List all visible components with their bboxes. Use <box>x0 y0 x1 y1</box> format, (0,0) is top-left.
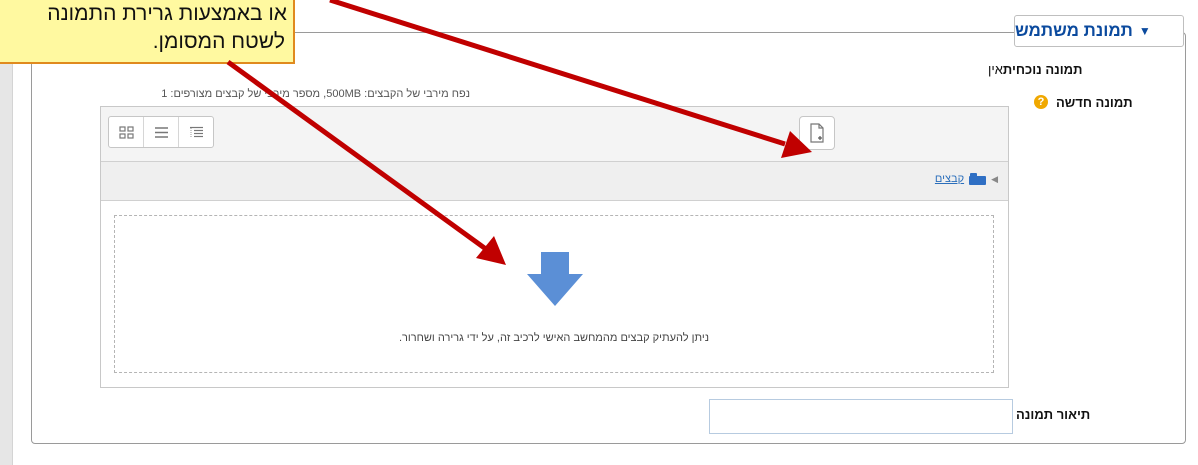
breadcrumb-arrow-icon: ◀ <box>991 173 998 184</box>
new-picture-label: תמונה חדשה <box>1056 95 1133 110</box>
tree-view-button[interactable] <box>179 117 213 147</box>
user-picture-legend[interactable]: ▼ תמונת משתמש <box>1014 15 1184 47</box>
list-view-button[interactable] <box>144 117 179 147</box>
callout-line-2: לשטח המסומן. <box>152 30 285 53</box>
add-file-icon <box>810 123 824 143</box>
file-manager-toolbar <box>101 107 1008 162</box>
icons-view-icon <box>118 125 134 139</box>
fieldset-title[interactable]: תמונת משתמש <box>1015 21 1133 41</box>
icons-view-button[interactable] <box>109 117 144 147</box>
drop-zone-instructions: ניתן להעתיק קבצים מהמחשב האישי לרכיב זה,… <box>398 332 710 344</box>
picture-description-label: תיאור תמונה <box>1016 407 1091 422</box>
current-picture-value: אין <box>988 62 1003 77</box>
current-picture-row: תמונה נוכחיתאין <box>988 62 1082 77</box>
file-manager-path-bar: ◀ קבצים <box>101 162 1008 201</box>
file-drop-zone[interactable]: ניתן להעתיק קבצים מהמחשב האישי לרכיב זה,… <box>114 215 994 373</box>
help-icon[interactable]: ? <box>1034 95 1048 109</box>
collapse-toggle-icon[interactable]: ▼ <box>1139 24 1151 38</box>
folder-icon <box>969 173 987 185</box>
list-view-icon <box>154 126 168 138</box>
max-files-info: נפח מירבי של הקבצים: 500MB, מספר מירבי ש… <box>161 88 470 100</box>
page-left-edge <box>0 0 13 465</box>
instruction-callout: או באמצעות גרירת התמונה לשטח המסומן. <box>0 0 295 64</box>
add-file-button[interactable] <box>799 116 835 150</box>
view-mode-buttons <box>108 116 214 148</box>
callout-line-1: או באמצעות גרירת התמונה <box>47 2 287 25</box>
picture-description-input[interactable] <box>709 399 1013 434</box>
breadcrumb: ◀ קבצים <box>935 173 998 185</box>
tree-view-icon <box>189 126 203 137</box>
breadcrumb-files-link[interactable]: קבצים <box>935 173 964 185</box>
drop-arrow-icon <box>527 252 583 306</box>
file-manager: ◀ קבצים ניתן להעתיק קבצים מהמחשב האישי ל… <box>100 106 1009 388</box>
current-picture-label: תמונה נוכחית <box>1002 62 1083 77</box>
